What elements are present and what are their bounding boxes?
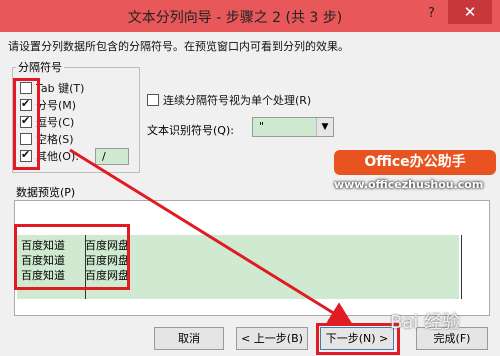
text-import-wizard-dialog: 文本分列向导 - 步骤之 2 (共 3 步) ? ✕ 请设置分列数据所包含的分隔…	[0, 0, 500, 356]
highlight-preview-data	[14, 224, 130, 290]
annotation-arrow	[69, 148, 354, 326]
highlight-next-button	[316, 323, 400, 355]
watermark-text: Bai 经验	[390, 312, 461, 333]
highlight-checkbox-column	[13, 78, 40, 170]
